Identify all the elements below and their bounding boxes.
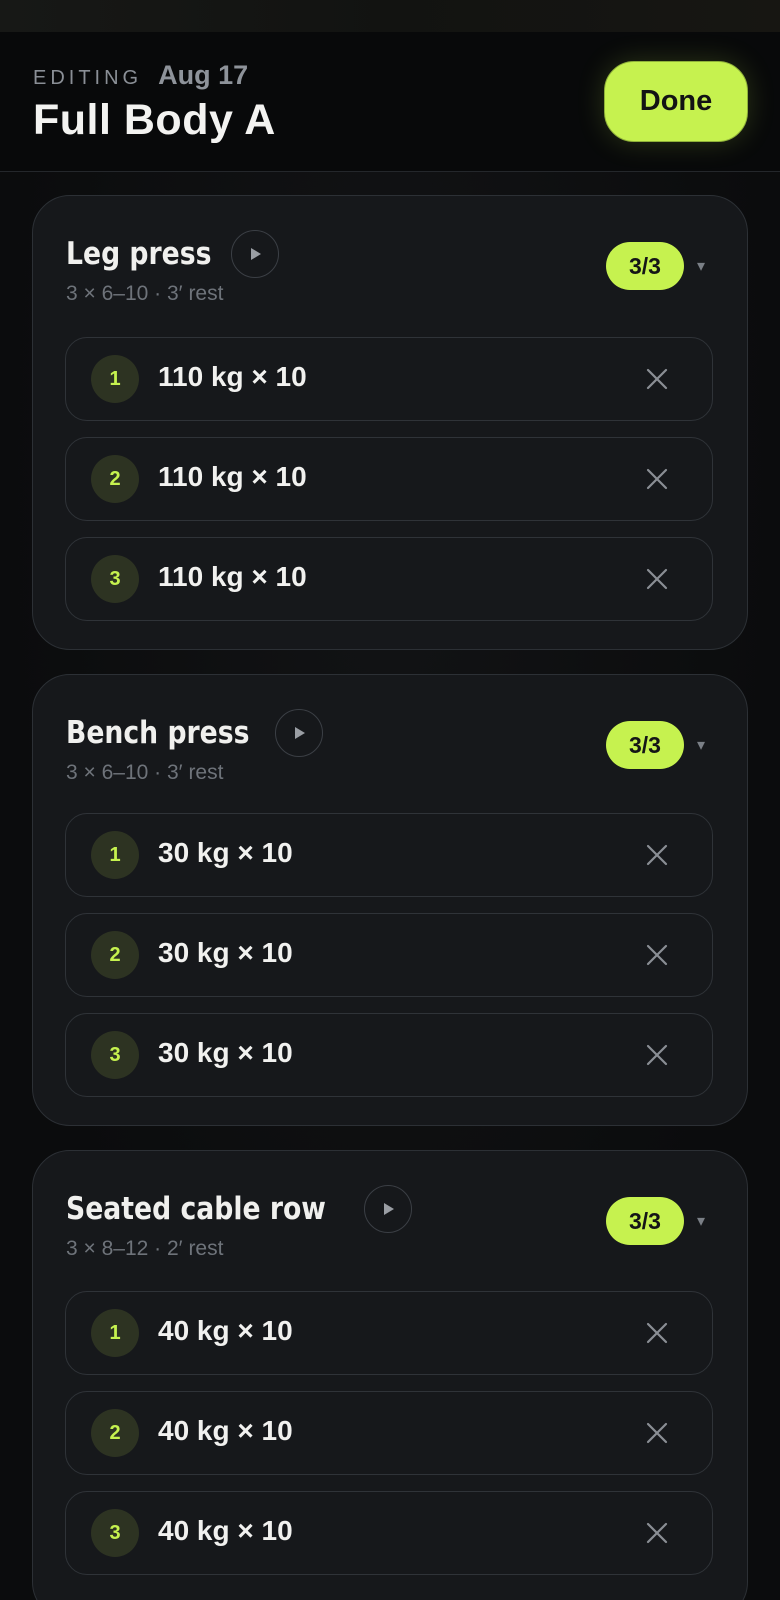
remove-set-button[interactable]: [644, 566, 670, 592]
progress-badge: 3/3: [606, 1197, 684, 1245]
set-number: 2: [91, 455, 139, 503]
set-row[interactable]: 2 30 kg × 10: [65, 913, 713, 997]
play-video-button[interactable]: [275, 709, 324, 757]
set-value: 30 kg × 10: [158, 937, 293, 968]
page-header: EDITING Aug 17 Full Body A Done: [0, 32, 780, 172]
exercise-card: Bench press 3 × 6–10 · 3′ rest 3/3 ▾ 1 3…: [32, 674, 748, 1126]
set-value: 110 kg × 10: [158, 561, 307, 592]
set-value: 110 kg × 10: [158, 461, 307, 492]
caret-down-icon[interactable]: ▾: [697, 1211, 705, 1231]
editing-row: EDITING Aug 17: [33, 60, 248, 91]
remove-set-button[interactable]: [644, 466, 670, 492]
editing-label: EDITING: [33, 67, 143, 89]
set-value: 40 kg × 10: [158, 1415, 293, 1446]
remove-set-button[interactable]: [644, 842, 670, 868]
set-row[interactable]: 2 40 kg × 10: [65, 1391, 713, 1475]
progress-badge: 3/3: [606, 242, 684, 290]
remove-set-button[interactable]: [644, 366, 670, 392]
set-value: 110 kg × 10: [158, 361, 307, 392]
set-row[interactable]: 3 110 kg × 10: [65, 537, 713, 621]
set-row[interactable]: 3 30 kg × 10: [65, 1013, 713, 1097]
exercise-card: Seated cable row 3 × 8–12 · 2′ rest 3/3 …: [32, 1150, 748, 1600]
close-icon: [646, 1322, 668, 1344]
done-button[interactable]: Done: [604, 61, 748, 142]
remove-set-button[interactable]: [644, 1320, 670, 1346]
set-number: 2: [91, 1409, 139, 1457]
remove-set-button[interactable]: [644, 1042, 670, 1068]
set-value: 40 kg × 10: [158, 1315, 293, 1346]
set-row[interactable]: 1 30 kg × 10: [65, 813, 713, 897]
caret-down-icon[interactable]: ▾: [697, 735, 705, 755]
play-video-button[interactable]: [231, 230, 280, 278]
play-icon: [384, 1203, 395, 1215]
close-icon: [646, 568, 668, 590]
close-icon: [646, 1422, 668, 1444]
remove-set-button[interactable]: [644, 942, 670, 968]
exercise-meta: 3 × 8–12 · 2′ rest: [66, 1237, 224, 1260]
exercise-header: Leg press: [66, 230, 280, 278]
set-row[interactable]: 1 110 kg × 10: [65, 337, 713, 421]
exercise-meta: 3 × 6–10 · 3′ rest: [66, 761, 224, 784]
close-icon: [646, 1044, 668, 1066]
exercise-card: Leg press 3 × 6–10 · 3′ rest 3/3 ▾ 1 110…: [32, 195, 748, 650]
set-number: 3: [91, 1031, 139, 1079]
exercise-name: Leg press: [66, 236, 212, 272]
set-number: 3: [91, 1509, 139, 1557]
set-value: 40 kg × 10: [158, 1515, 293, 1546]
set-number: 3: [91, 555, 139, 603]
set-number: 1: [91, 355, 139, 403]
exercise-meta: 3 × 6–10 · 3′ rest: [66, 282, 224, 305]
play-video-button[interactable]: [364, 1185, 413, 1233]
exercise-header: Seated cable row: [66, 1185, 413, 1233]
set-number: 1: [91, 831, 139, 879]
page-title: Full Body A: [33, 96, 276, 144]
close-icon: [646, 944, 668, 966]
set-value: 30 kg × 10: [158, 1037, 293, 1068]
progress-badge: 3/3: [606, 721, 684, 769]
play-icon: [295, 727, 306, 739]
set-row[interactable]: 3 40 kg × 10: [65, 1491, 713, 1575]
exercise-header: Bench press: [66, 709, 324, 757]
play-icon: [251, 248, 262, 260]
set-value: 30 kg × 10: [158, 837, 293, 868]
session-date: Aug 17: [158, 60, 249, 90]
exercise-name: Bench press: [66, 715, 250, 751]
set-row[interactable]: 1 40 kg × 10: [65, 1291, 713, 1375]
close-icon: [646, 1522, 668, 1544]
remove-set-button[interactable]: [644, 1520, 670, 1546]
caret-down-icon[interactable]: ▾: [697, 256, 705, 276]
set-number: 2: [91, 931, 139, 979]
set-row[interactable]: 2 110 kg × 10: [65, 437, 713, 521]
close-icon: [646, 368, 668, 390]
status-bar: [0, 0, 780, 32]
remove-set-button[interactable]: [644, 1420, 670, 1446]
close-icon: [646, 468, 668, 490]
exercise-name: Seated cable row: [66, 1191, 326, 1227]
close-icon: [646, 844, 668, 866]
set-number: 1: [91, 1309, 139, 1357]
